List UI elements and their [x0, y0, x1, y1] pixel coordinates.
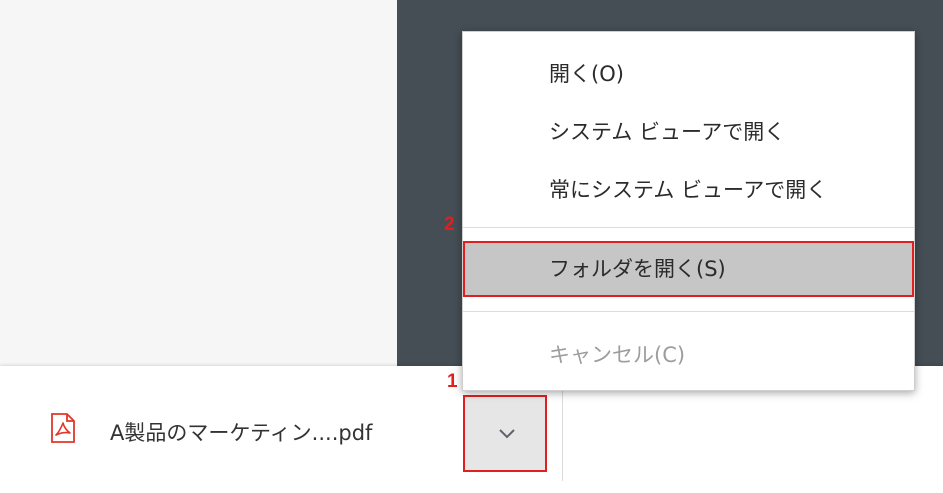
menu-separator	[463, 227, 914, 228]
step-marker-1: 1	[447, 371, 458, 392]
menu-item-open-system-viewer[interactable]: システム ビューアで開く	[463, 104, 914, 160]
menu-separator	[463, 311, 914, 312]
page-background-left	[0, 0, 397, 366]
menu-item-open[interactable]: 開く(O)	[463, 46, 914, 102]
download-options-button[interactable]	[463, 395, 547, 472]
step-marker-2: 2	[444, 214, 455, 235]
menu-item-show-in-folder[interactable]: フォルダを開く(S)	[463, 241, 914, 297]
pdf-icon	[50, 413, 76, 443]
context-menu: 開く(O) システム ビューアで開く 常にシステム ビューアで開く フォルダを開…	[462, 31, 915, 391]
menu-item-cancel[interactable]: キャンセル(C)	[463, 327, 914, 383]
file-name: A製品のマーケティン....pdf	[110, 421, 373, 445]
chevron-down-icon	[499, 429, 515, 439]
download-item-divider	[562, 378, 563, 481]
menu-item-always-open-system-viewer[interactable]: 常にシステム ビューアで開く	[463, 162, 914, 218]
